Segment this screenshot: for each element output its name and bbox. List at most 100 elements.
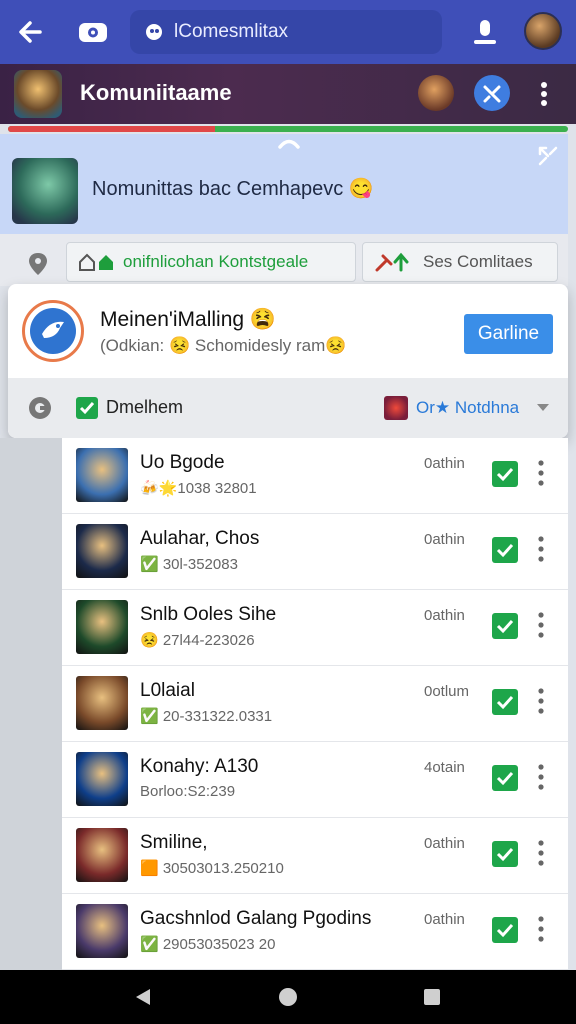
list-item[interactable]: Konahy: A130 Borloo:S2:239 4otain — [62, 742, 568, 818]
progress-fill — [8, 126, 216, 132]
mute-icon — [483, 85, 501, 103]
sort-dropdown[interactable]: Or★ Notdhna — [416, 398, 519, 418]
clock-icon[interactable] — [28, 396, 52, 420]
list-item[interactable]: Aulahar, Chos ✅ 30l-352083 0athin — [62, 514, 568, 590]
list-item[interactable]: L0laial ✅ 20-331322.0331 0otlum — [62, 666, 568, 742]
upload-icon[interactable] — [470, 16, 500, 48]
item-status: 0athin — [424, 455, 465, 472]
top-app-bar: lComesmlitax — [0, 0, 576, 64]
item-status: 0athin — [424, 835, 465, 852]
tabs-row: onifnlicohan Kontstgeale Ses Comlitaes — [0, 234, 568, 286]
item-subtitle: ✅ 30l-352083 — [140, 556, 238, 573]
item-status: 0athin — [424, 911, 465, 928]
item-status: 0athin — [424, 607, 465, 624]
community-title: Komuniitaame — [80, 80, 232, 105]
location-icon[interactable] — [24, 250, 52, 278]
item-subtitle: Borloo:S2:239 — [140, 783, 236, 800]
list-item[interactable]: Smiline, 🟧 30503013.250210 0athin — [62, 818, 568, 894]
progress-bar — [8, 126, 568, 132]
item-checkbox[interactable] — [492, 613, 518, 639]
more-vert-icon[interactable] — [534, 78, 554, 110]
nav-back-icon[interactable] — [132, 987, 154, 1007]
item-status: 0otlum — [424, 683, 470, 700]
expand-icon[interactable] — [536, 144, 560, 168]
community-banner: Nomunittas bac Cemhapevc 😋 — [0, 134, 568, 234]
item-name: Aulahar, Chos — [140, 528, 260, 549]
game-icon — [384, 396, 408, 420]
check-icon — [496, 923, 514, 938]
list-item[interactable]: Snlb Ooles Sihe 😣 27l44-223026 0athin — [62, 590, 568, 666]
item-status: 4otain — [424, 759, 465, 776]
tab-settings-label: Ses Comlitaes — [423, 252, 533, 271]
item-name: Konahy: A130 — [140, 756, 259, 777]
item-thumbnail — [76, 904, 128, 958]
nav-recents-icon[interactable] — [421, 987, 443, 1007]
banner-text: Nomunittas bac Cemhapevc 😋 — [92, 178, 374, 200]
item-checkbox[interactable] — [492, 689, 518, 715]
search-text: lComesmlitax — [174, 21, 289, 42]
home-icon — [79, 253, 113, 271]
profile-avatar — [22, 300, 84, 362]
check-icon — [496, 619, 514, 634]
more-vert-icon[interactable] — [534, 686, 548, 716]
chevron-up-icon[interactable] — [276, 136, 302, 150]
filter-checkbox[interactable] — [76, 397, 98, 419]
member-avatar[interactable] — [418, 75, 454, 111]
check-icon — [79, 402, 95, 415]
back-arrow-icon[interactable] — [14, 16, 46, 48]
item-subtitle: ✅ 29053035023 20 — [140, 936, 276, 953]
community-header: Komuniitaame — [0, 64, 576, 124]
check-icon — [496, 467, 514, 482]
item-thumbnail — [76, 828, 128, 882]
list-item[interactable]: Gacshnlod Galang Pgodins ✅ 29053035023 2… — [62, 894, 568, 970]
system-nav-bar — [0, 970, 576, 1024]
filter-label: Dmelhem — [106, 397, 184, 417]
check-icon — [496, 543, 514, 558]
item-subtitle: 😣 27l44-223026 — [140, 632, 255, 649]
search-input[interactable]: lComesmlitax — [130, 10, 442, 54]
continue-button[interactable]: Garline — [464, 314, 553, 354]
member-list: Uo Bgode 🍻🌟1038 32801 0athin Aulahar, Ch… — [62, 438, 568, 970]
tools-icon — [375, 252, 409, 272]
item-name: Snlb Ooles Sihe — [140, 604, 277, 625]
item-checkbox[interactable] — [492, 537, 518, 563]
item-checkbox[interactable] — [492, 461, 518, 487]
item-thumbnail — [76, 524, 128, 578]
camera-icon[interactable] — [76, 18, 110, 46]
user-avatar[interactable] — [524, 12, 562, 50]
more-vert-icon[interactable] — [534, 838, 548, 868]
tab-community[interactable]: onifnlicohan Kontstgeale — [66, 242, 356, 282]
item-subtitle: ✅ 20-331322.0331 — [140, 708, 273, 725]
community-logo — [14, 70, 62, 118]
bird-icon — [42, 321, 64, 338]
profile-card: Meinen'iMalling 😫 (Odkian: 😣 Schomidesly… — [8, 284, 568, 438]
more-vert-icon[interactable] — [534, 762, 548, 792]
item-thumbnail — [76, 448, 128, 502]
check-icon — [496, 847, 514, 862]
nav-home-icon[interactable] — [277, 987, 299, 1007]
item-name: Uo Bgode — [140, 452, 225, 473]
item-thumbnail — [76, 676, 128, 730]
item-subtitle: 🟧 30503013.250210 — [140, 860, 284, 877]
item-checkbox[interactable] — [492, 917, 518, 943]
profile-name: Meinen'iMalling 😫 — [100, 308, 277, 331]
side-strip — [0, 438, 62, 970]
item-checkbox[interactable] — [492, 765, 518, 791]
list-item[interactable]: Uo Bgode 🍻🌟1038 32801 0athin — [62, 438, 568, 514]
more-vert-icon[interactable] — [534, 610, 548, 640]
more-vert-icon[interactable] — [534, 534, 548, 564]
item-name: L0laial — [140, 680, 195, 701]
item-thumbnail — [76, 600, 128, 654]
more-vert-icon[interactable] — [534, 914, 548, 944]
tab-community-label: onifnlicohan Kontstgeale — [123, 252, 309, 271]
tab-settings[interactable]: Ses Comlitaes — [362, 242, 558, 282]
check-icon — [496, 695, 514, 710]
check-icon — [496, 771, 514, 786]
mute-button[interactable] — [474, 75, 510, 111]
more-vert-icon[interactable] — [534, 458, 548, 488]
item-checkbox[interactable] — [492, 841, 518, 867]
chevron-down-icon[interactable] — [536, 402, 550, 412]
filter-bar: Dmelhem Or★ Notdhna — [8, 378, 568, 438]
banner-avatar — [12, 158, 78, 224]
item-thumbnail — [76, 752, 128, 806]
